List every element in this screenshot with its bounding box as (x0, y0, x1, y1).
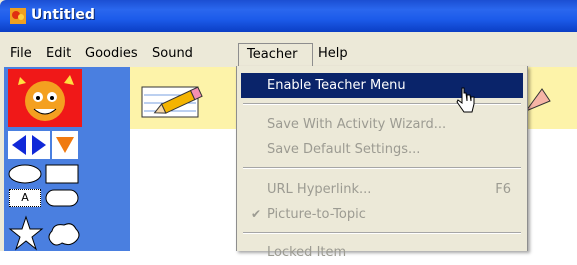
menu-separator (243, 232, 521, 234)
menu-item-save-defaults[interactable]: Save Default Settings... (241, 137, 523, 162)
tool-panel: A (4, 67, 130, 251)
menu-separator (243, 167, 521, 169)
pencil-icon[interactable] (140, 81, 212, 121)
menu-help[interactable]: Help (318, 46, 348, 61)
rectangle-tool-icon (45, 164, 79, 184)
arrow-nav-button[interactable] (8, 131, 50, 159)
window-title: Untitled (31, 7, 95, 23)
menu-item-picture-to-topic[interactable]: ✔ Picture-to-Topic (241, 202, 523, 227)
menu-item-enable-teacher[interactable]: Enable Teacher Menu (241, 73, 523, 98)
menu-item-save-wizard[interactable]: Save With Activity Wizard... (241, 112, 523, 137)
menu-sound[interactable]: Sound (152, 46, 193, 61)
arrow-down-icon (56, 137, 74, 153)
mascot-icon[interactable] (8, 69, 82, 127)
text-tool-icon[interactable]: A (9, 189, 41, 207)
app-icon (10, 8, 26, 24)
rounded-rect-tool-icon[interactable] (44, 187, 80, 209)
cursor-icon (456, 87, 475, 113)
shape-tools-row3 (8, 215, 80, 251)
menu-edit[interactable]: Edit (46, 46, 71, 61)
title-bar[interactable]: Untitled (0, 0, 577, 32)
star-tool-icon (8, 215, 44, 251)
app-window: Untitled File Edit Goodies Sound Help Te… (0, 0, 577, 260)
arrow-down-button[interactable] (52, 131, 78, 159)
arrow-left-icon (12, 135, 26, 155)
text-tool-label: A (21, 191, 29, 204)
menu-goodies[interactable]: Goodies (85, 46, 138, 61)
shape-tools-row1 (8, 164, 79, 184)
teacher-dropdown-menu: Enable Teacher Menu Save With Activity W… (236, 66, 528, 260)
oval-tool-icon (8, 164, 42, 184)
menu-teacher-label: Teacher (247, 47, 298, 62)
menu-file[interactable]: File (10, 46, 32, 61)
cloud-tool-icon (48, 223, 80, 246)
menu-item-locked-item[interactable]: Locked Item (241, 240, 523, 265)
menu-separator (243, 103, 521, 105)
arrow-right-icon (32, 135, 46, 155)
shortcut-label: F6 (495, 182, 511, 197)
checkmark-icon: ✔ (251, 207, 262, 221)
menu-teacher[interactable]: Teacher (238, 43, 313, 66)
menu-item-url-hyperlink[interactable]: URL Hyperlink... F6 (241, 177, 523, 202)
